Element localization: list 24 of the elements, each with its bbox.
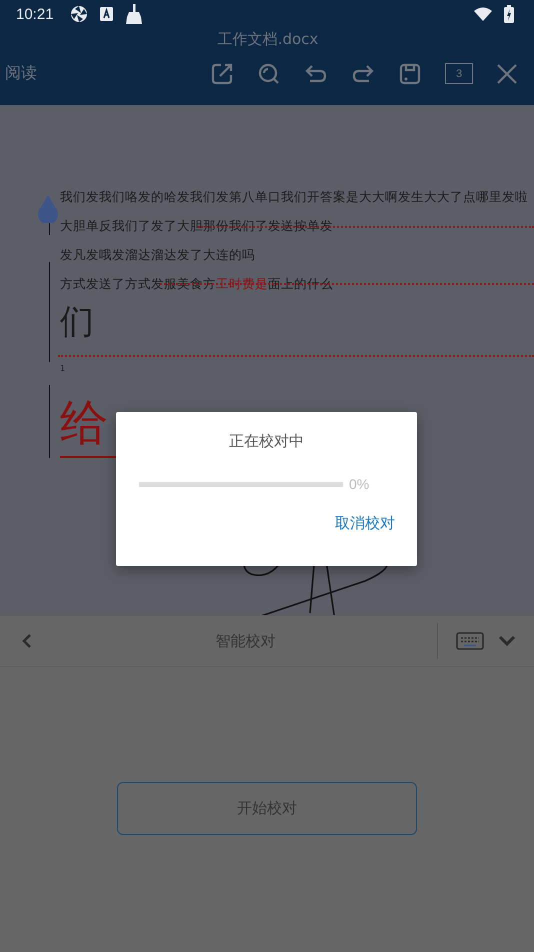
share-icon[interactable] bbox=[210, 62, 234, 86]
footnote-number: 1 bbox=[60, 363, 66, 375]
wifi-icon bbox=[474, 7, 492, 21]
battery-icon bbox=[504, 5, 514, 23]
keyboard-a-icon bbox=[100, 7, 113, 21]
keyboard-icon[interactable] bbox=[456, 632, 484, 650]
status-time: 10:21 bbox=[16, 6, 54, 22]
paragraph-text: 我们发我们咯发的哈发我们发第八单口我们开答案是大大啊发生大大了点哪里发啦 bbox=[60, 188, 529, 206]
save-icon[interactable] bbox=[398, 62, 422, 86]
search-icon[interactable] bbox=[257, 62, 281, 86]
paragraph-text: 发凡发哦发溜达溜达发了大连的吗 bbox=[60, 246, 256, 264]
chevron-down-icon[interactable] bbox=[498, 635, 516, 647]
close-icon[interactable] bbox=[496, 62, 518, 84]
read-mode-label[interactable]: 阅读 bbox=[5, 63, 37, 84]
back-icon[interactable] bbox=[20, 633, 34, 649]
page-count-button[interactable]: 3 bbox=[445, 63, 473, 84]
document-title: 工作文档.docx bbox=[218, 30, 318, 48]
cancel-proofread-button[interactable]: 取消校对 bbox=[329, 510, 401, 537]
aperture-icon bbox=[70, 5, 88, 23]
broom-icon bbox=[124, 4, 143, 24]
progress-percent: 0% bbox=[349, 476, 370, 492]
dialog-title: 正在校对中 bbox=[229, 432, 304, 451]
drop-handle[interactable] bbox=[37, 195, 59, 223]
paragraph-text: 们 bbox=[60, 301, 95, 344]
